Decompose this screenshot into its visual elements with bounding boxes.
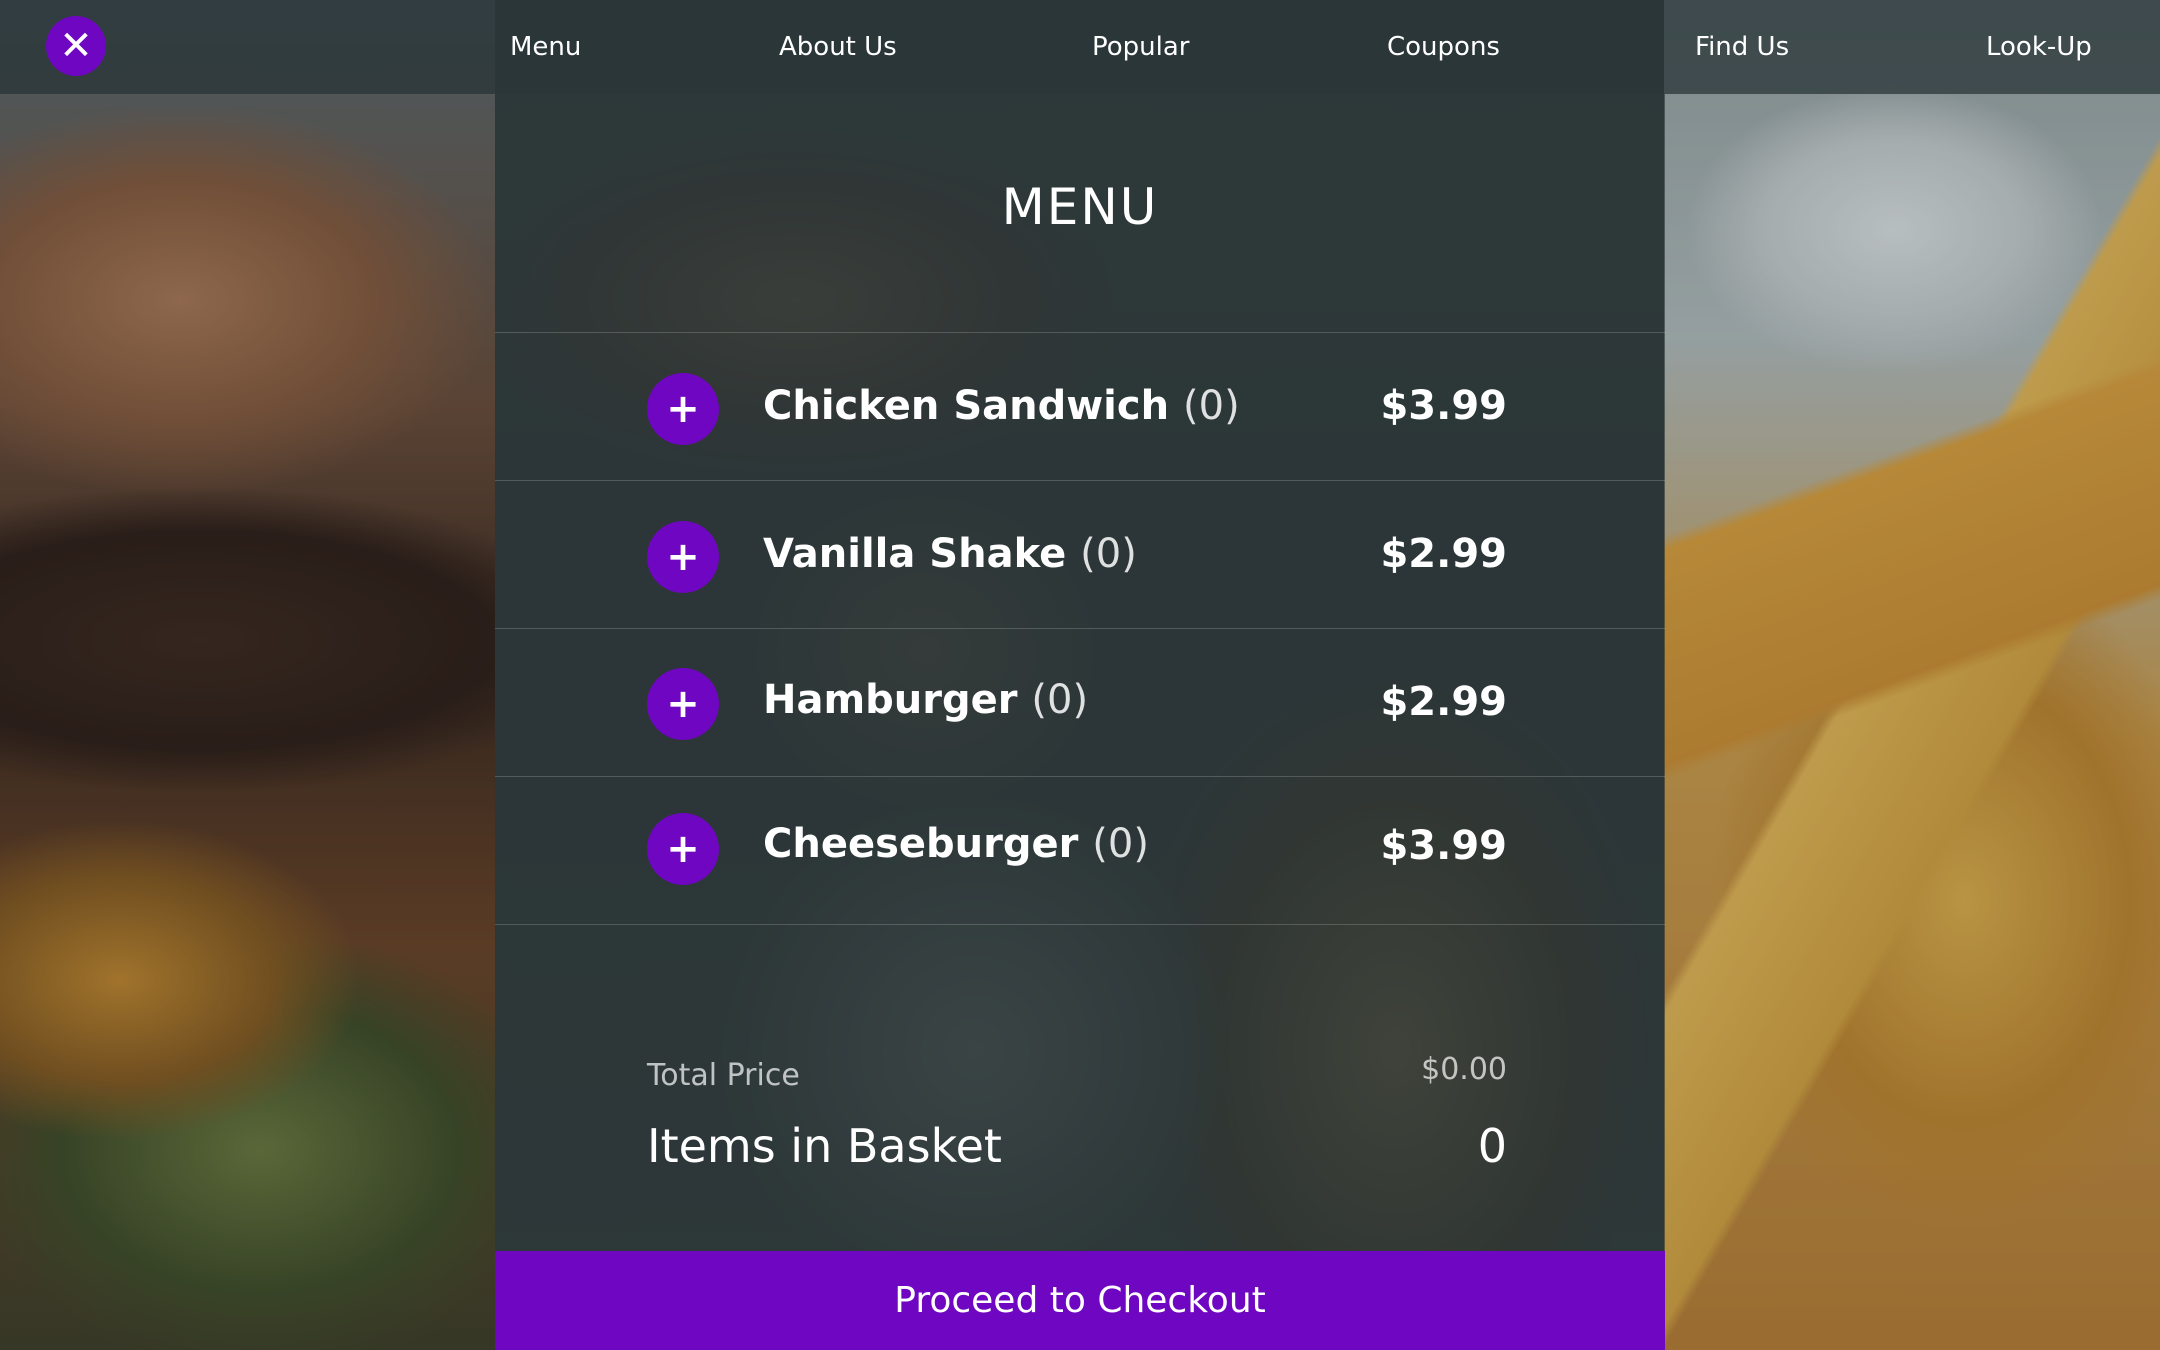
item-quantity: (0): [1080, 531, 1137, 577]
menu-item-name: Vanilla Shake (0): [763, 531, 1137, 577]
nav-item-menu[interactable]: Menu: [510, 32, 581, 62]
menu-panel: MENU + Chicken Sandwich (0) $3.99 + Vani…: [495, 94, 1665, 1350]
item-name-text: Chicken Sandwich: [763, 383, 1170, 429]
add-item-button[interactable]: +: [647, 813, 719, 885]
item-name-text: Hamburger: [763, 677, 1018, 723]
nav-item-popular[interactable]: Popular: [1092, 32, 1190, 62]
page-title: MENU: [1001, 178, 1159, 236]
menu-item-price: $2.99: [1380, 679, 1507, 725]
item-quantity: (0): [1092, 821, 1149, 867]
plus-icon: +: [666, 534, 700, 580]
total-price-label: Total Price: [647, 1058, 800, 1093]
plus-icon: +: [666, 386, 700, 432]
total-price-value: $0.00: [1421, 1052, 1507, 1087]
menu-item-price: $3.99: [1380, 383, 1507, 429]
add-item-button[interactable]: +: [647, 373, 719, 445]
items-in-basket-label: Items in Basket: [647, 1119, 1002, 1173]
menu-item-row: + Chicken Sandwich (0) $3.99: [495, 333, 1665, 480]
nav-item-find-us[interactable]: Find Us: [1695, 32, 1789, 62]
top-nav-bar: ✕ Menu About Us Popular Coupons Find Us …: [0, 0, 2160, 94]
divider: [495, 924, 1665, 925]
plus-icon: +: [666, 681, 700, 727]
main-nav: Menu About Us Popular Coupons Find Us Lo…: [0, 0, 2160, 94]
nav-item-look-up[interactable]: Look-Up: [1986, 32, 2092, 62]
items-in-basket-value: 0: [1477, 1119, 1507, 1173]
nav-item-coupons[interactable]: Coupons: [1387, 32, 1500, 62]
menu-item-price: $2.99: [1380, 531, 1507, 577]
item-name-text: Vanilla Shake: [763, 531, 1067, 577]
add-item-button[interactable]: +: [647, 521, 719, 593]
item-quantity: (0): [1183, 383, 1240, 429]
item-name-text: Cheeseburger: [763, 821, 1079, 867]
menu-item-price: $3.99: [1380, 823, 1507, 869]
menu-item-row: + Hamburger (0) $2.99: [495, 629, 1665, 776]
item-quantity: (0): [1031, 677, 1089, 723]
plus-icon: +: [666, 826, 700, 872]
proceed-to-checkout-button[interactable]: Proceed to Checkout: [495, 1251, 1665, 1350]
add-item-button[interactable]: +: [647, 668, 719, 740]
nav-item-about-us[interactable]: About Us: [779, 32, 897, 62]
menu-item-name: Chicken Sandwich (0): [763, 383, 1240, 429]
menu-item-row: + Cheeseburger (0) $3.99: [495, 777, 1665, 924]
menu-item-name: Hamburger (0): [763, 677, 1088, 723]
menu-item-row: + Vanilla Shake (0) $2.99: [495, 481, 1665, 628]
menu-item-name: Cheeseburger (0): [763, 821, 1149, 867]
